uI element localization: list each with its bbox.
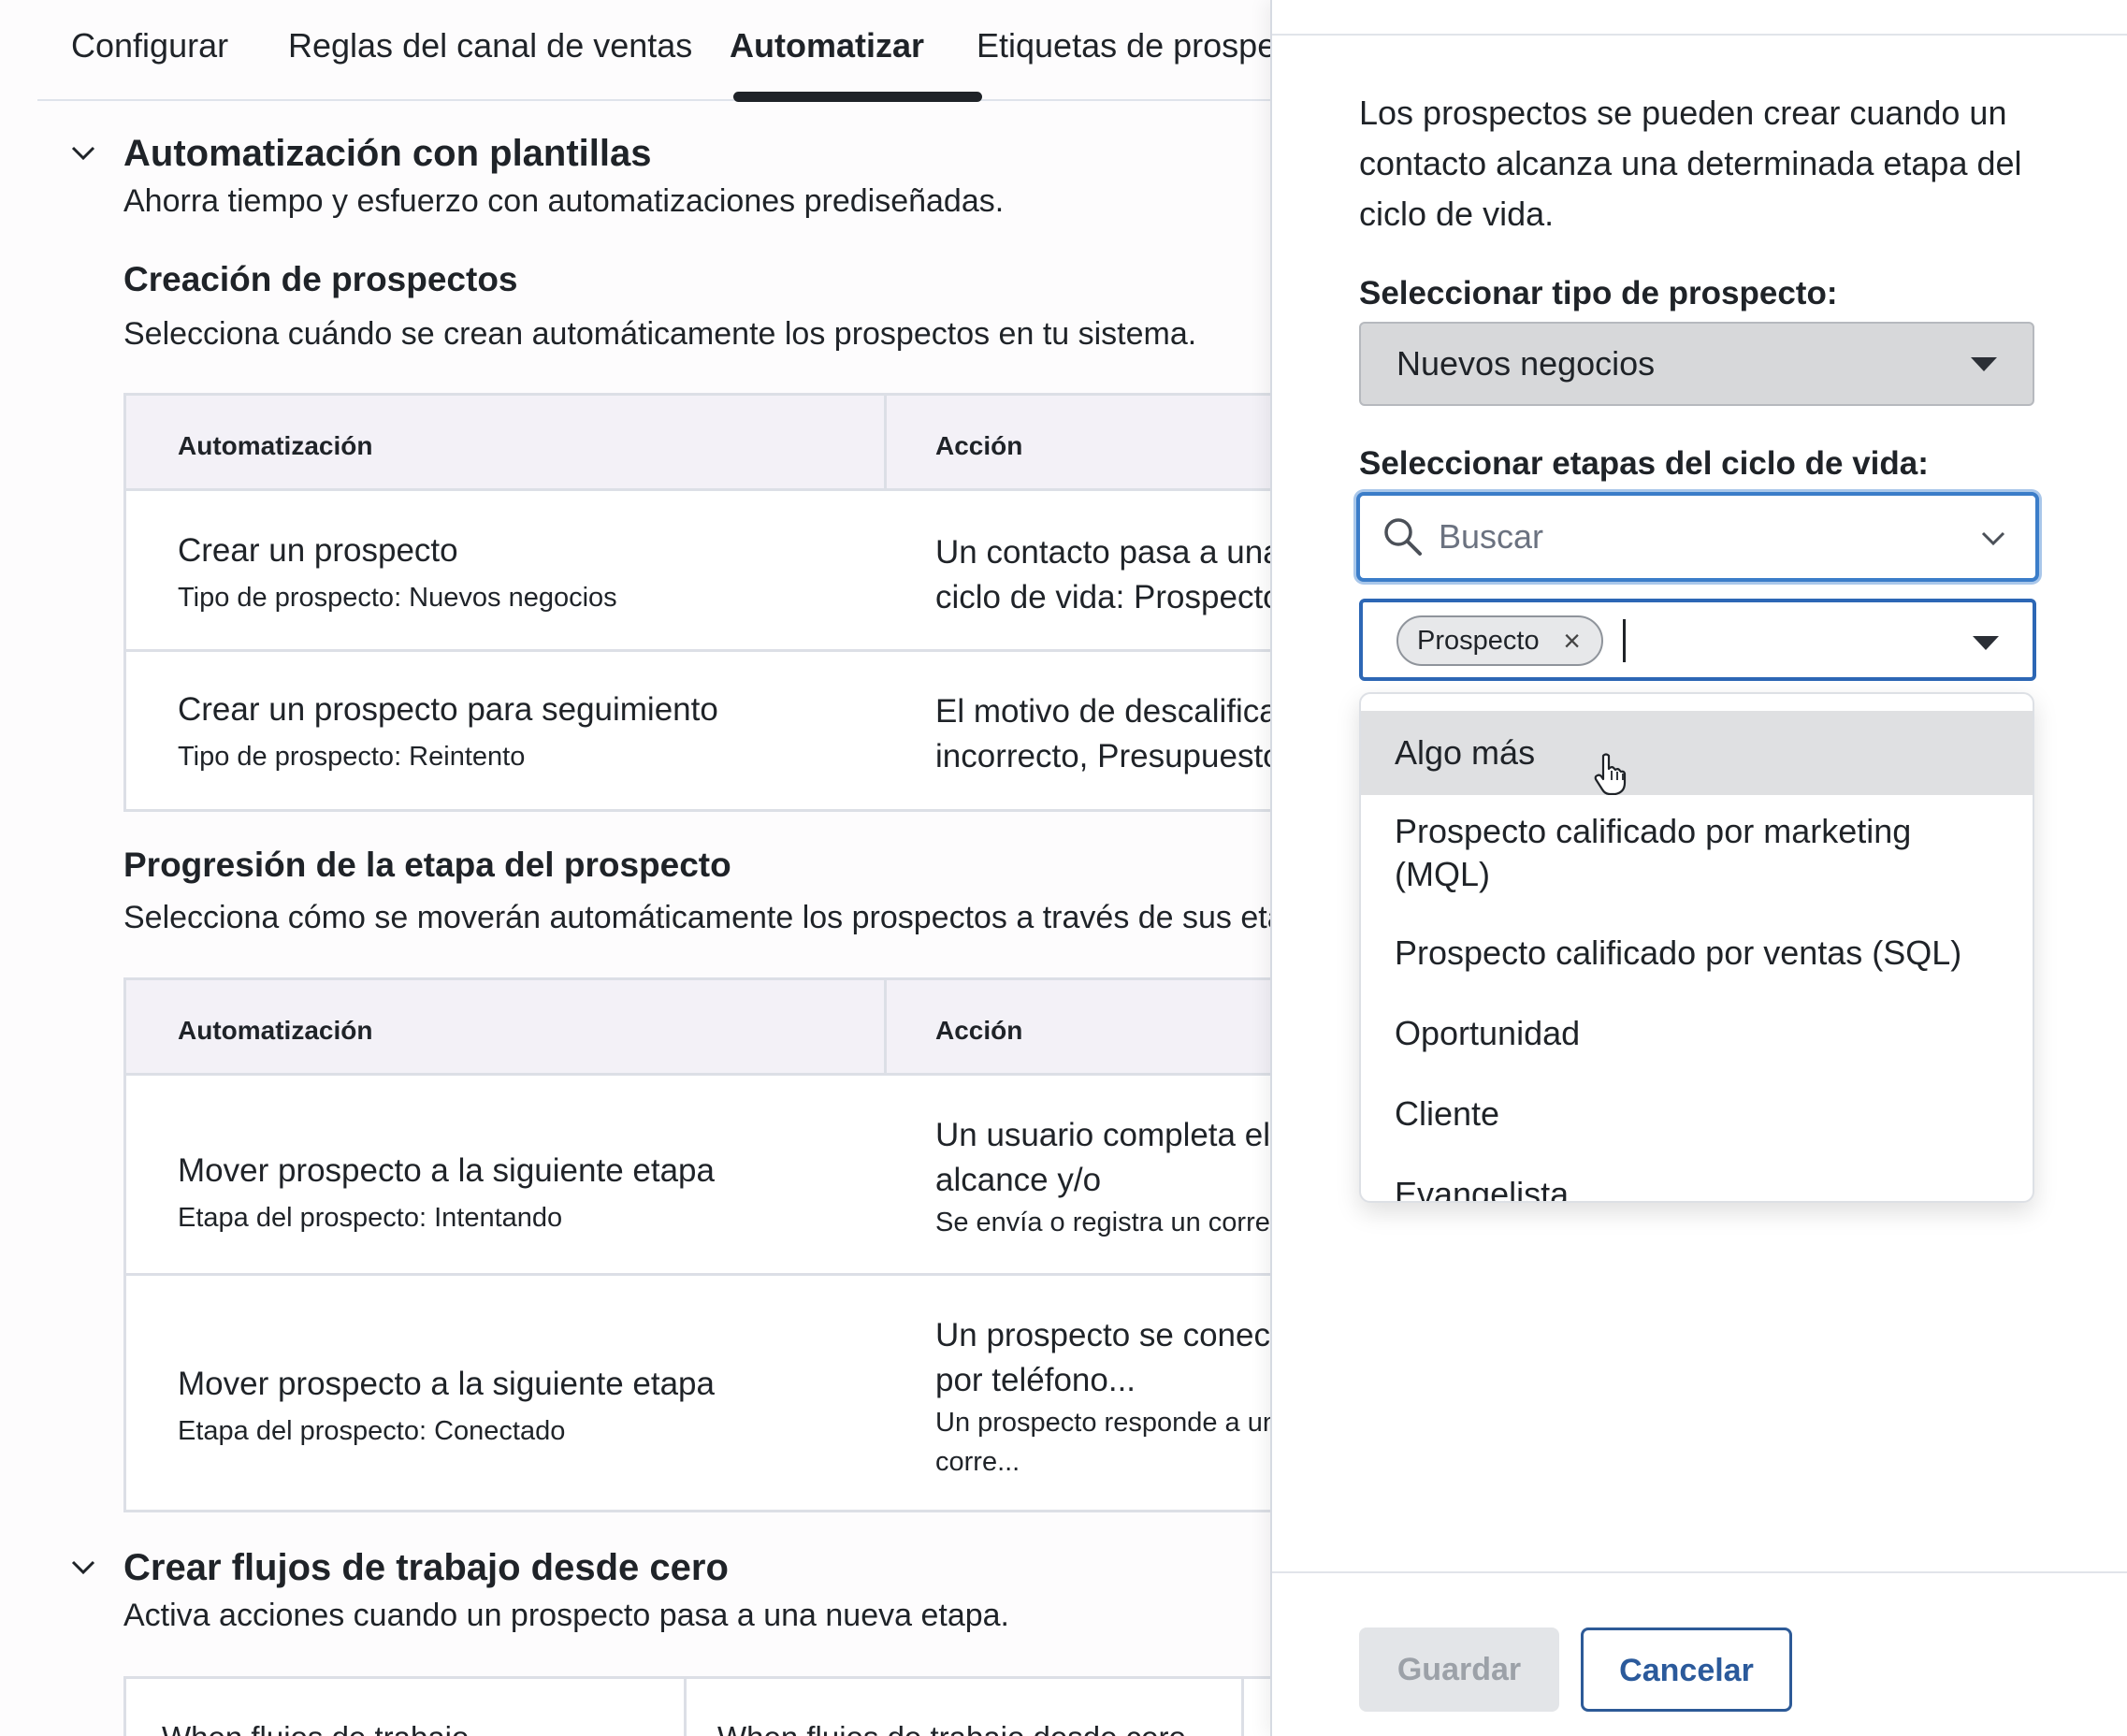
type-select-value: Nuevos negocios <box>1396 344 1656 383</box>
col-header-automation: Automatización <box>178 431 373 460</box>
type-select[interactable]: Nuevos negocios <box>1359 322 2034 406</box>
scratch-col-1: When flujos de trabajo <box>162 1720 469 1736</box>
text-cursor <box>1623 619 1626 662</box>
hand-cursor-icon <box>1594 753 1627 795</box>
creation-table: Automatización Acción Crear un prospecto… <box>123 393 1270 812</box>
panel-description: Los prospectos se pueden crear cuando un… <box>1359 94 2022 233</box>
side-panel: Los prospectos se pueden crear cuando un… <box>1270 0 2127 1736</box>
section-title-scratch: Crear flujos de trabajo desde cero <box>123 1547 729 1588</box>
scratch-col-2: When flujos de trabajo desde cero <box>717 1720 1186 1736</box>
selected-stages-field[interactable]: Prospecto × <box>1359 599 2036 681</box>
table-header: Automatización Acción <box>126 980 1270 1076</box>
section-title-templates: Automatización con plantillas <box>123 133 652 174</box>
cancel-button[interactable]: Cancelar <box>1581 1628 1792 1712</box>
table-row[interactable]: Crear un prospecto Tipo de prospecto: Nu… <box>126 491 1270 652</box>
option-algo-mas[interactable]: Algo más <box>1361 711 2033 795</box>
progression-subtitle: Selecciona cómo se moverán automáticamen… <box>123 900 1270 935</box>
col-header-automation: Automatización <box>178 1016 373 1045</box>
stage-search[interactable] <box>1356 492 2039 582</box>
option-cliente[interactable]: Cliente <box>1361 1092 2033 1136</box>
table-row[interactable]: Mover prospecto a la siguiente etapa Eta… <box>126 1076 1270 1276</box>
chevron-down-icon[interactable] <box>71 1560 95 1575</box>
progression-title: Progresión de la etapa del prospecto <box>123 846 731 884</box>
chevron-down-icon[interactable] <box>1981 531 2005 546</box>
section-subtitle-scratch: Activa acciones cuando un prospecto pasa… <box>123 1598 1010 1633</box>
option-oportunidad[interactable]: Oportunidad <box>1361 1012 2033 1055</box>
chevron-down-icon[interactable] <box>71 146 95 161</box>
tab-automatizar[interactable]: Automatizar <box>730 26 924 65</box>
stages-label: Seleccionar etapas del ciclo de vida: <box>1359 445 1929 482</box>
save-button[interactable]: Guardar <box>1359 1628 1559 1712</box>
tab-etiquetas[interactable]: Etiquetas de prospec <box>977 26 1270 65</box>
chip-remove-icon[interactable]: × <box>1556 617 1588 664</box>
section-subtitle-templates: Ahorra tiempo y esfuerzo con automatizac… <box>123 183 1005 219</box>
caret-down-icon <box>1971 357 1997 371</box>
tab-reglas[interactable]: Reglas del canal de ventas <box>288 26 692 65</box>
progression-table: Automatización Acción Mover prospecto a … <box>123 977 1270 1512</box>
caret-down-icon[interactable] <box>1973 636 1999 650</box>
stage-options-menu: Algo más Prospecto calificado por market… <box>1359 692 2034 1203</box>
table-row[interactable]: Crear un prospecto para seguimiento Tipo… <box>126 652 1270 813</box>
search-input[interactable] <box>1439 513 1906 561</box>
creation-title: Creación de prospectos <box>123 260 518 298</box>
tab-bar: Configurar Reglas del canal de ventas Au… <box>37 0 1270 102</box>
option-evangelista[interactable]: Evangelista <box>1361 1173 2033 1201</box>
table-row[interactable]: Mover prospecto a la siguiente etapa Eta… <box>126 1276 1270 1512</box>
col-header-action: Acción <box>935 431 1023 460</box>
scratch-table: When flujos de trabajo When flujos de tr… <box>123 1676 1270 1736</box>
active-tab-indicator <box>733 92 982 102</box>
search-icon <box>1384 518 1422 556</box>
stage-chip: Prospecto × <box>1396 615 1603 666</box>
main-content: Configurar Reglas del canal de ventas Au… <box>0 0 1270 1736</box>
creation-subtitle: Selecciona cuándo se crean automáticamen… <box>123 316 1197 352</box>
col-header-action: Acción <box>935 1016 1023 1045</box>
tab-configurar[interactable]: Configurar <box>71 26 228 65</box>
table-header: Automatización Acción <box>126 396 1270 491</box>
option-sql[interactable]: Prospecto calificado por ventas (SQL) <box>1361 932 2033 975</box>
option-mql[interactable]: Prospecto calificado por marketing (MQL) <box>1361 810 1941 896</box>
type-label: Seleccionar tipo de prospecto: <box>1359 275 1838 311</box>
